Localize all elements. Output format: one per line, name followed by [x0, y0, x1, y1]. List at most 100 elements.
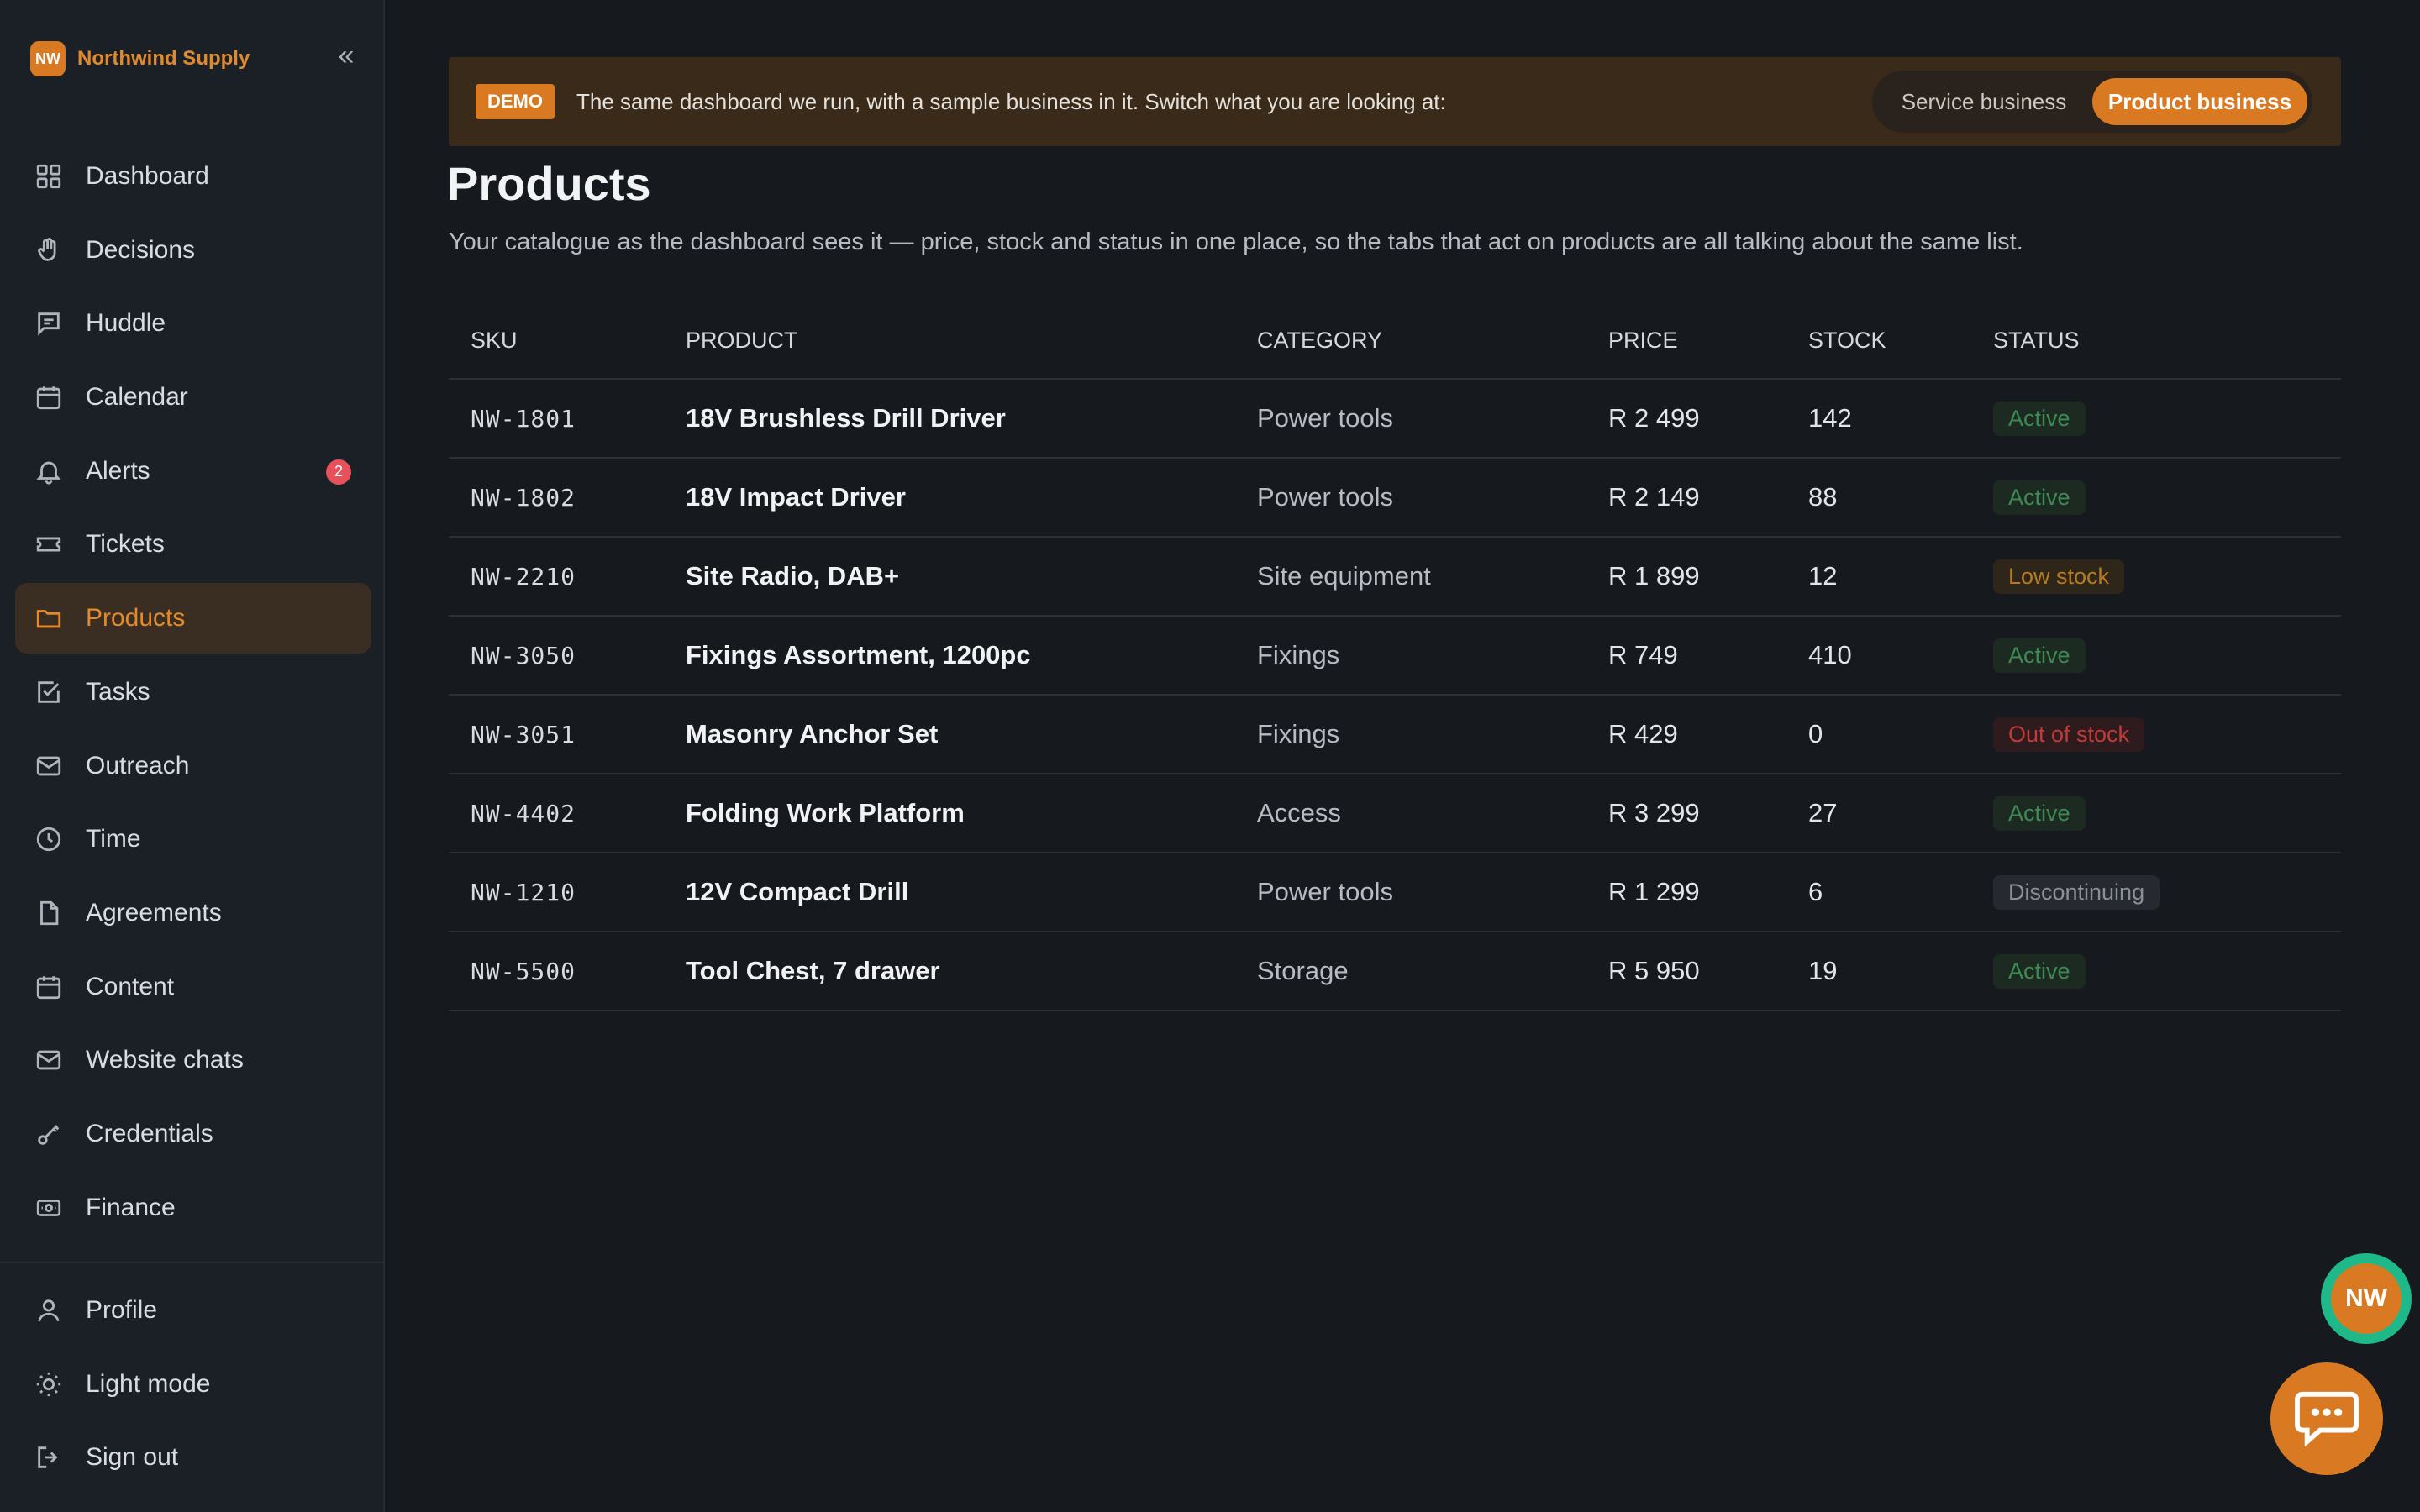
price-cell: R 429 [1608, 719, 1678, 748]
sidebar-item-label: Agreements [86, 898, 222, 927]
table-row[interactable]: NW-1802 18V Impact Driver Power tools R … [449, 459, 2341, 538]
sku-cell: NW-3050 [471, 641, 576, 669]
stock-cell: 19 [1808, 956, 1838, 985]
sidebar-item-label: Dashboard [86, 162, 209, 190]
status-badge: Active [1993, 480, 2086, 515]
chat-bubble-icon [2294, 1388, 2360, 1451]
column-header-status[interactable]: STATUS [1993, 328, 2341, 354]
stock-cell: 410 [1808, 640, 1852, 669]
product-cell: 12V Compact Drill [686, 877, 909, 906]
sidebar-item-calendar[interactable]: Calendar [15, 362, 371, 433]
sidebar-item-profile[interactable]: Profile [15, 1275, 371, 1346]
sidebar-item-finance[interactable]: Finance [15, 1173, 371, 1243]
sidebar-item-huddle[interactable]: Huddle [15, 288, 371, 359]
calendar-icon [34, 382, 64, 412]
column-header-stock[interactable]: STOCK [1808, 328, 1993, 354]
column-header-price[interactable]: PRICE [1608, 328, 1808, 354]
folder-icon [34, 603, 64, 633]
sidebar-item-agreements[interactable]: Agreements [15, 878, 371, 948]
sidebar-item-tasks[interactable]: Tasks [15, 657, 371, 727]
table-row[interactable]: NW-1210 12V Compact Drill Power tools R … [449, 853, 2341, 932]
price-cell: R 1 899 [1608, 561, 1700, 591]
price-cell: R 3 299 [1608, 798, 1700, 827]
sidebar-item-label: Time [86, 825, 141, 853]
page-subtitle: Your catalogue as the dashboard sees it … [449, 228, 2023, 255]
mail-icon [34, 751, 64, 781]
stock-cell: 6 [1808, 877, 1823, 906]
ticket-icon [34, 529, 64, 559]
logout-icon [34, 1442, 64, 1473]
table-row[interactable]: NW-2210 Site Radio, DAB+ Site equipment … [449, 538, 2341, 617]
status-badge: Active [1993, 953, 2086, 989]
sidebar-item-alerts[interactable]: Alerts 2 [15, 436, 371, 507]
sidebar-item-time[interactable]: Time [15, 804, 371, 874]
app-root: NW Northwind Supply « Dashboard Decision… [0, 0, 2420, 1512]
service-business-option[interactable]: Service business [1876, 78, 2092, 125]
category-cell: Power tools [1257, 482, 1393, 512]
price-cell: R 1 299 [1608, 877, 1700, 906]
sku-cell: NW-1210 [471, 878, 576, 906]
price-cell: R 749 [1608, 640, 1678, 669]
column-header-sku[interactable]: SKU [449, 328, 686, 354]
sidebar-item-tickets[interactable]: Tickets [15, 509, 371, 580]
stock-cell: 142 [1808, 403, 1852, 433]
sidebar-nav: Dashboard Decisions Huddle Calendar Aler… [15, 141, 371, 1246]
category-cell: Fixings [1257, 719, 1340, 748]
user-avatar-button[interactable]: NW [2321, 1253, 2412, 1344]
category-cell: Access [1257, 798, 1341, 827]
table-header: SKU PRODUCT CATEGORY PRICE STOCK STATUS [449, 302, 2341, 380]
category-cell: Power tools [1257, 403, 1393, 433]
collapse-sidebar-button[interactable]: « [333, 39, 360, 76]
table-row[interactable]: NW-1801 18V Brushless Drill Driver Power… [449, 380, 2341, 459]
table-row[interactable]: NW-4402 Folding Work Platform Access R 3… [449, 774, 2341, 853]
chat-launcher-button[interactable] [2270, 1362, 2383, 1475]
sidebar-item-outreach[interactable]: Outreach [15, 731, 371, 801]
avatar: NW [2331, 1263, 2402, 1334]
sidebar-item-label: Calendar [86, 383, 188, 412]
demo-tag: DEMO [476, 84, 555, 119]
column-header-product[interactable]: PRODUCT [686, 328, 1257, 354]
stock-cell: 88 [1808, 482, 1838, 512]
calendar-icon [34, 972, 64, 1002]
product-cell: Site Radio, DAB+ [686, 561, 900, 591]
sidebar-item-content[interactable]: Content [15, 952, 371, 1022]
table-row[interactable]: NW-3050 Fixings Assortment, 1200pc Fixin… [449, 617, 2341, 696]
status-badge: Active [1993, 795, 2086, 831]
hand-icon [34, 235, 64, 265]
category-cell: Power tools [1257, 877, 1393, 906]
brand[interactable]: NW Northwind Supply [30, 40, 250, 77]
sidebar-item-label: Huddle [86, 309, 166, 338]
sku-cell: NW-1801 [471, 404, 576, 433]
column-header-category[interactable]: CATEGORY [1257, 328, 1608, 354]
checkbox-icon [34, 677, 64, 707]
sidebar-item-website-chats[interactable]: Website chats [15, 1025, 371, 1095]
sidebar-item-label: Sign out [86, 1443, 179, 1472]
sidebar-item-label: Products [86, 604, 186, 633]
table-row[interactable]: NW-3051 Masonry Anchor Set Fixings R 429… [449, 696, 2341, 774]
demo-banner-text: The same dashboard we run, with a sample… [576, 88, 1446, 114]
user-icon [34, 1295, 64, 1326]
sku-cell: NW-4402 [471, 799, 576, 827]
products-table: SKU PRODUCT CATEGORY PRICE STOCK STATUS … [449, 302, 2341, 1011]
price-cell: R 2 149 [1608, 482, 1700, 512]
status-badge: Low stock [1993, 559, 2125, 594]
product-business-option[interactable]: Product business [2092, 78, 2307, 125]
sidebar-item-light-mode[interactable]: Light mode [15, 1349, 371, 1420]
sidebar-item-dashboard[interactable]: Dashboard [15, 141, 371, 212]
sidebar-item-label: Tasks [86, 677, 150, 706]
sidebar-item-products[interactable]: Products [15, 583, 371, 654]
status-badge: Active [1993, 638, 2086, 673]
sku-cell: NW-1802 [471, 483, 576, 512]
sidebar-item-label: Outreach [86, 751, 190, 780]
price-cell: R 5 950 [1608, 956, 1700, 985]
product-cell: 18V Impact Driver [686, 482, 906, 512]
product-cell: 18V Brushless Drill Driver [686, 403, 1006, 433]
sidebar-bottom-nav: Profile Light mode Sign out [15, 1275, 371, 1496]
sidebar-item-credentials[interactable]: Credentials [15, 1099, 371, 1169]
category-cell: Site equipment [1257, 561, 1431, 591]
table-row[interactable]: NW-5500 Tool Chest, 7 drawer Storage R 5… [449, 932, 2341, 1011]
sidebar-item-label: Profile [86, 1296, 158, 1324]
sidebar-item-sign-out[interactable]: Sign out [15, 1422, 371, 1493]
bell-icon [34, 456, 64, 486]
sidebar-item-decisions[interactable]: Decisions [15, 215, 371, 286]
